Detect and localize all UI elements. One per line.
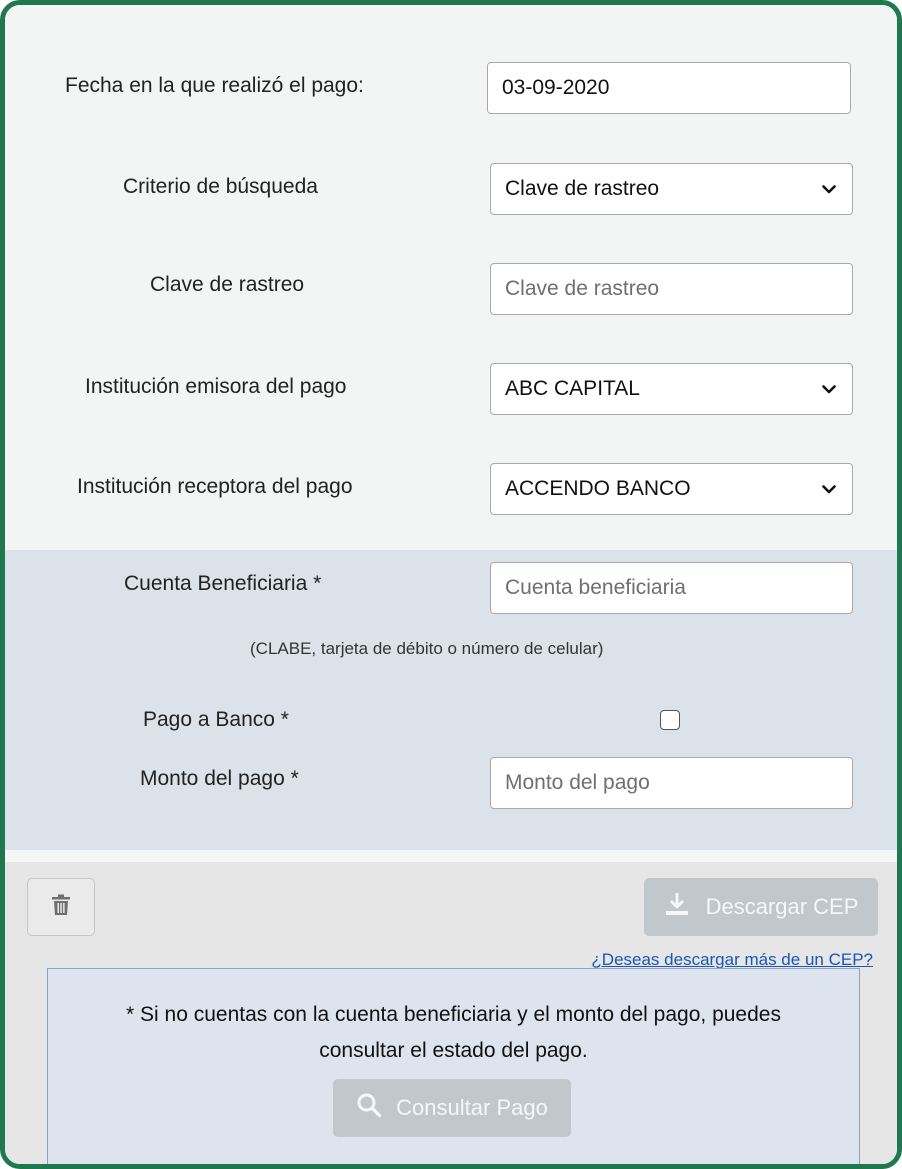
fecha-label: Fecha en la que realizó el pago: xyxy=(65,74,364,97)
monto-label: Monto del pago * xyxy=(140,767,299,790)
notice-line-2: consultar el estado del pago. xyxy=(319,1039,588,1062)
descargar-cep-button[interactable]: Descargar CEP xyxy=(644,878,878,936)
chevron-down-icon xyxy=(820,380,838,398)
consultar-pago-label: Consultar Pago xyxy=(396,1095,548,1120)
receptora-select[interactable]: ACCENDO BANCO xyxy=(490,463,853,515)
notice-line-1: * Si no cuentas con la cuenta beneficiar… xyxy=(126,1003,781,1026)
descargar-cep-label: Descargar CEP xyxy=(705,894,859,919)
fecha-input[interactable]: 03-09-2020 xyxy=(487,62,851,114)
cuenta-hint: (CLABE, tarjeta de débito o número de ce… xyxy=(250,639,604,658)
notice-box: * Si no cuentas con la cuenta beneficiar… xyxy=(47,968,860,1164)
pago-banco-label: Pago a Banco * xyxy=(143,708,289,731)
payment-form-card: Fecha en la que realizó el pago: 03-09-2… xyxy=(0,0,902,1169)
section-divider xyxy=(5,850,897,862)
pago-banco-checkbox[interactable] xyxy=(660,710,680,730)
clave-rastreo-input[interactable]: Clave de rastreo xyxy=(490,263,853,315)
clear-form-button[interactable] xyxy=(27,878,95,936)
criterio-label: Criterio de búsqueda xyxy=(123,175,318,198)
clave-label: Clave de rastreo xyxy=(150,273,305,296)
notice-text: * Si no cuentas con la cuenta beneficiar… xyxy=(48,997,859,1069)
criterio-selected-value: Clave de rastreo xyxy=(505,177,660,200)
download-icon xyxy=(664,892,690,922)
monto-input[interactable]: Monto del pago xyxy=(490,757,853,809)
receptora-selected-value: ACCENDO BANCO xyxy=(505,477,691,500)
consultar-pago-button[interactable]: Consultar Pago xyxy=(333,1079,571,1137)
descargar-multiple-cep-link[interactable]: ¿Deseas descargar más de un CEP? xyxy=(591,950,873,970)
chevron-down-icon xyxy=(820,480,838,498)
search-icon xyxy=(356,1092,382,1124)
receptora-label: Institución receptora del pago xyxy=(77,475,353,498)
emisora-selected-value: ABC CAPITAL xyxy=(505,377,640,400)
chevron-down-icon xyxy=(820,180,838,198)
emisora-select[interactable]: ABC CAPITAL xyxy=(490,363,853,415)
criterio-select[interactable]: Clave de rastreo xyxy=(490,163,853,215)
cuenta-label: Cuenta Beneficiaria * xyxy=(124,572,322,595)
cuenta-beneficiaria-input[interactable]: Cuenta beneficiaria xyxy=(490,562,853,614)
trash-icon xyxy=(51,894,71,921)
emisora-label: Institución emisora del pago xyxy=(85,375,347,398)
